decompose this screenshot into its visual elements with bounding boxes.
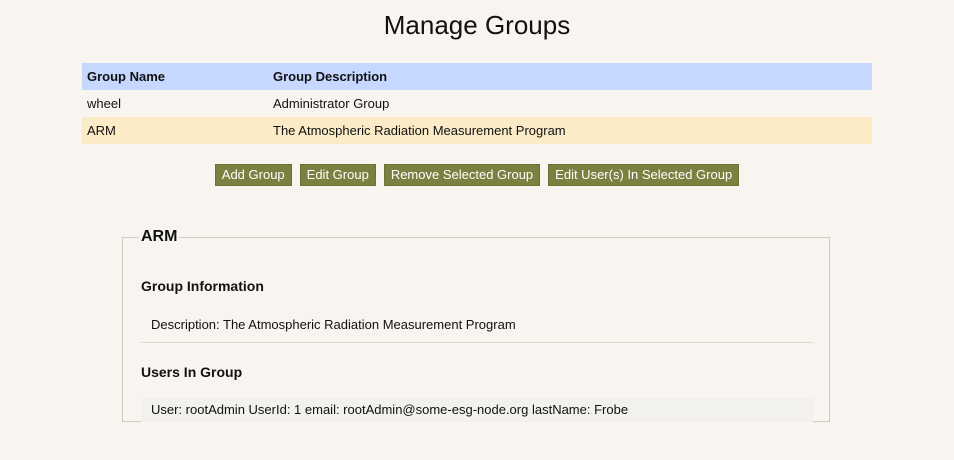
column-header-group-name[interactable]: Group Name bbox=[82, 63, 268, 90]
group-detail-legend: ARM bbox=[141, 228, 178, 245]
action-buttons: Add Group Edit Group Remove Selected Gro… bbox=[0, 164, 954, 186]
group-detail-panel: ARM Group Information Description: The A… bbox=[122, 228, 830, 422]
section-divider bbox=[141, 342, 813, 343]
edit-group-button[interactable]: Edit Group bbox=[299, 164, 376, 186]
users-in-group-heading: Users In Group bbox=[141, 364, 243, 380]
column-header-group-description[interactable]: Group Description bbox=[268, 63, 872, 90]
table-row-selected[interactable]: ARM The Atmospheric Radiation Measuremen… bbox=[82, 117, 872, 144]
user-info-text: User: rootAdmin UserId: 1 email: rootAdm… bbox=[151, 402, 629, 417]
page-title: Manage Groups bbox=[383, 10, 571, 40]
group-description-line: Description: The Atmospheric Radiation M… bbox=[151, 317, 516, 332]
remove-selected-group-button[interactable]: Remove Selected Group bbox=[383, 164, 541, 186]
table-header-row: Group Name Group Description bbox=[82, 63, 872, 90]
group-description-cell[interactable]: The Atmospheric Radiation Measurement Pr… bbox=[268, 117, 872, 144]
group-description-cell[interactable]: Administrator Group bbox=[268, 90, 872, 117]
table-row[interactable]: wheel Administrator Group bbox=[82, 90, 872, 117]
edit-users-in-group-button[interactable]: Edit User(s) In Selected Group bbox=[548, 164, 740, 186]
list-item: User: rootAdmin UserId: 1 email: rootAdm… bbox=[141, 398, 813, 422]
groups-table: Group Name Group Description wheel Admin… bbox=[82, 63, 872, 144]
group-information-heading: Group Information bbox=[141, 278, 264, 294]
group-name-cell[interactable]: ARM bbox=[82, 117, 268, 144]
group-name-cell[interactable]: wheel bbox=[82, 90, 268, 117]
add-group-button[interactable]: Add Group bbox=[214, 164, 292, 186]
